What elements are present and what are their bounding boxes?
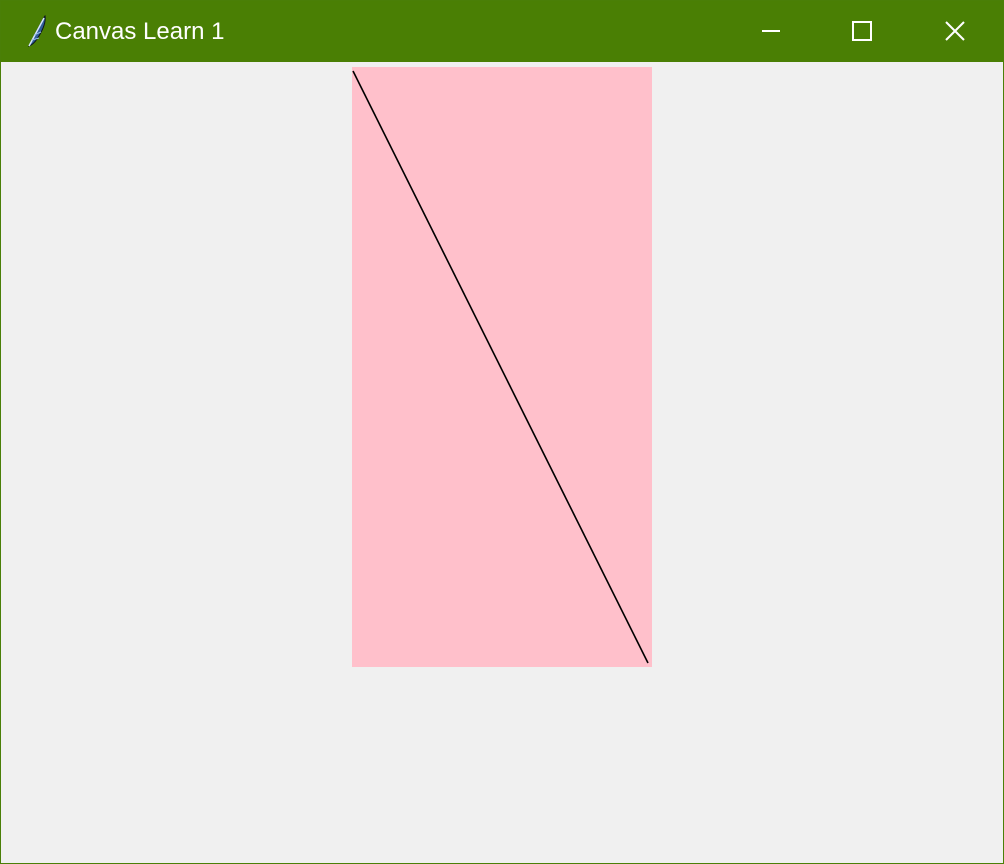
maximize-icon	[852, 21, 872, 41]
drawing-canvas[interactable]	[352, 67, 652, 667]
feather-icon	[21, 14, 49, 49]
canvas-diagonal-line	[352, 70, 649, 664]
window-title: Canvas Learn 1	[55, 18, 225, 45]
close-button[interactable]	[909, 1, 1001, 62]
maximize-button[interactable]	[816, 1, 908, 62]
canvas-diagonal-line-layer	[352, 70, 649, 664]
title-bar[interactable]: Canvas Learn 1	[1, 1, 1003, 62]
application-window: Canvas Learn 1	[0, 0, 1004, 864]
minimize-icon	[762, 30, 780, 32]
window-client-area	[1, 62, 1003, 863]
minimize-button[interactable]	[725, 1, 817, 62]
close-icon	[945, 21, 965, 41]
